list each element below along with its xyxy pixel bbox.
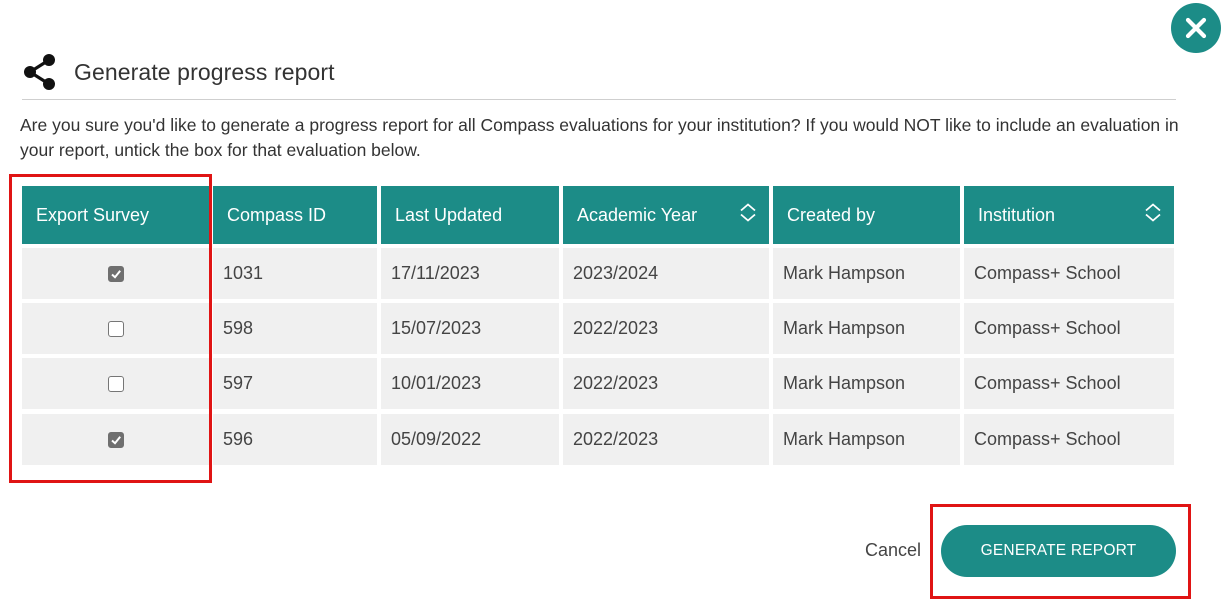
institution-cell: Compass+ School bbox=[964, 303, 1174, 354]
created-by-cell: Mark Hampson bbox=[773, 358, 960, 409]
column-header-institution[interactable]: Institution bbox=[964, 186, 1174, 244]
header-divider bbox=[22, 99, 1176, 100]
column-header-academic-year[interactable]: Academic Year bbox=[563, 186, 769, 244]
created-by-cell: Mark Hampson bbox=[773, 414, 960, 465]
academic-year-cell: 2022/2023 bbox=[563, 303, 769, 354]
created-by-cell: Mark Hampson bbox=[773, 303, 960, 354]
column-header-label: Created by bbox=[787, 204, 876, 225]
column-header-created-by: Created by bbox=[773, 186, 960, 244]
sort-icon[interactable] bbox=[739, 203, 757, 228]
last-updated-cell: 10/01/2023 bbox=[381, 358, 559, 409]
institution-cell: Compass+ School bbox=[964, 414, 1174, 465]
column-header-label: Compass ID bbox=[227, 204, 327, 225]
compass-id-cell: 1031 bbox=[213, 248, 377, 299]
column-header-label: Academic Year bbox=[577, 204, 698, 225]
institution-cell: Compass+ School bbox=[964, 358, 1174, 409]
created-by-cell: Mark Hampson bbox=[773, 248, 960, 299]
highlight-export-column bbox=[9, 174, 212, 483]
column-header-label: Last Updated bbox=[395, 204, 503, 225]
last-updated-cell: 05/09/2022 bbox=[381, 414, 559, 465]
compass-id-cell: 597 bbox=[213, 358, 377, 409]
cancel-button[interactable]: Cancel bbox=[865, 540, 921, 561]
column-header-compass-id: Compass ID bbox=[213, 186, 377, 244]
intro-text: Are you sure you'd like to generate a pr… bbox=[20, 115, 1179, 160]
institution-cell: Compass+ School bbox=[964, 248, 1174, 299]
dialog-header: Generate progress report bbox=[22, 52, 335, 92]
academic-year-cell: 2022/2023 bbox=[563, 358, 769, 409]
share-icon bbox=[22, 52, 58, 92]
academic-year-cell: 2022/2023 bbox=[563, 414, 769, 465]
last-updated-cell: 15/07/2023 bbox=[381, 303, 559, 354]
column-header-label: Institution bbox=[978, 204, 1056, 225]
highlight-generate-button bbox=[930, 504, 1191, 599]
close-icon bbox=[1185, 17, 1207, 39]
sort-icon[interactable] bbox=[1144, 203, 1162, 228]
compass-id-cell: 596 bbox=[213, 414, 377, 465]
dialog-title: Generate progress report bbox=[74, 58, 335, 85]
last-updated-cell: 17/11/2023 bbox=[381, 248, 559, 299]
column-header-last-updated: Last Updated bbox=[381, 186, 559, 244]
compass-id-cell: 598 bbox=[213, 303, 377, 354]
close-button[interactable] bbox=[1171, 3, 1221, 53]
academic-year-cell: 2023/2024 bbox=[563, 248, 769, 299]
